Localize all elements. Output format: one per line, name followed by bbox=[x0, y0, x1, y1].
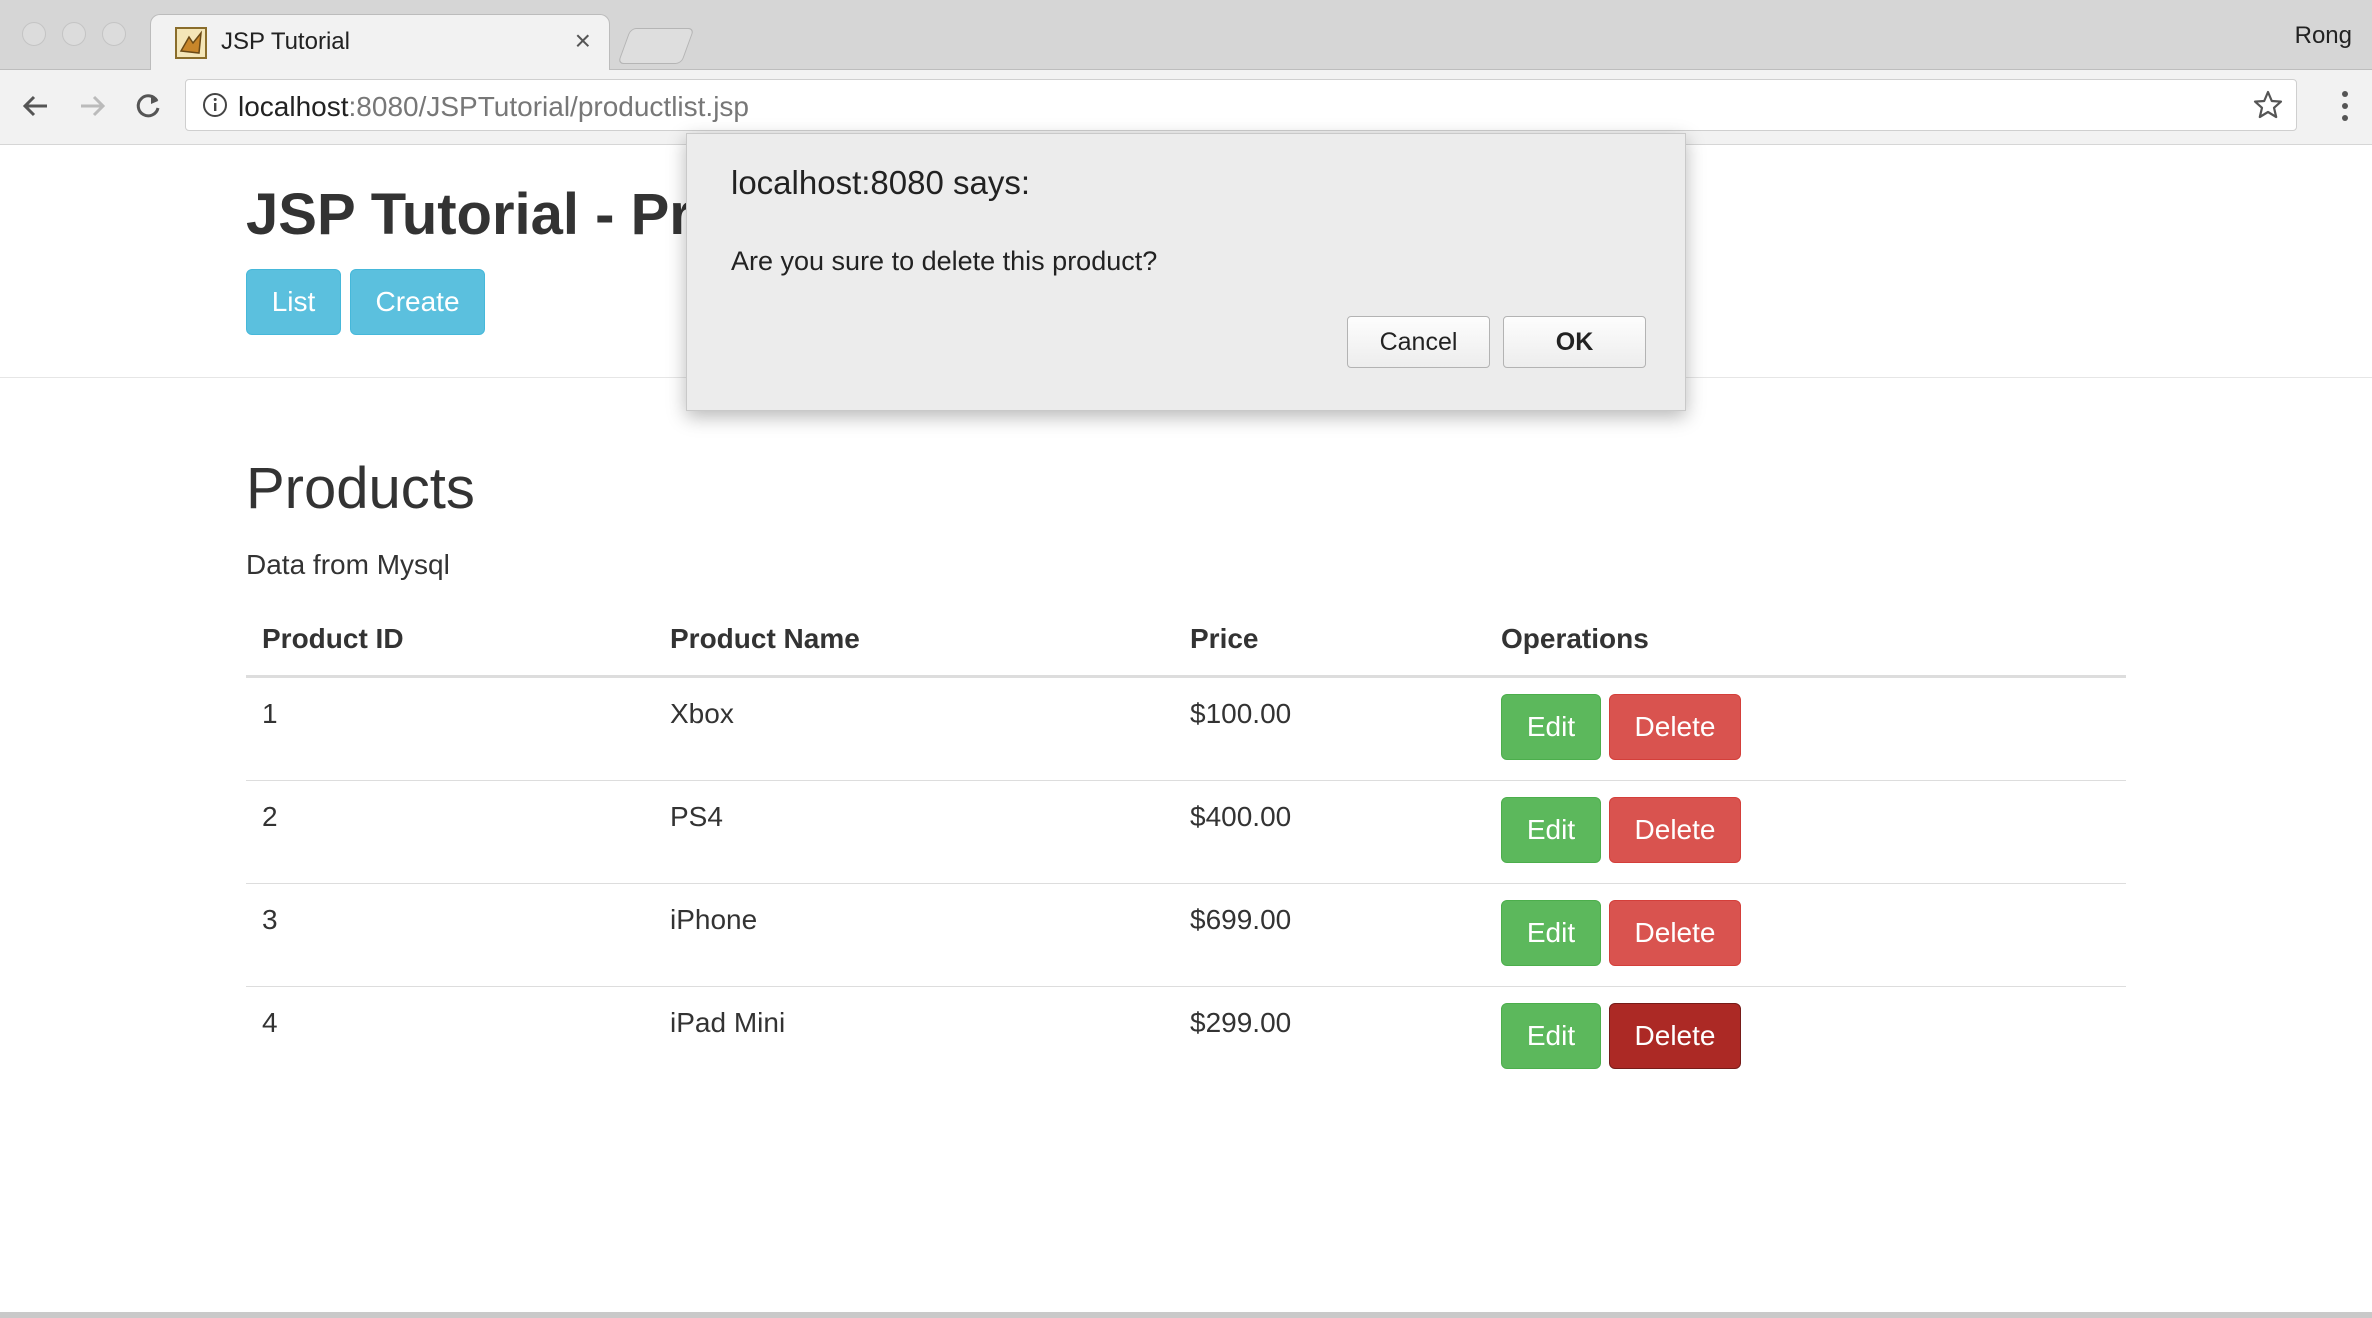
product-name: Xbox bbox=[654, 676, 1174, 781]
section-title: Products bbox=[246, 456, 475, 521]
product-id: 2 bbox=[246, 780, 654, 884]
back-button[interactable] bbox=[18, 88, 54, 124]
edit-button[interactable]: Edit bbox=[1501, 694, 1601, 760]
product-name: PS4 bbox=[654, 780, 1174, 884]
product-id: 1 bbox=[246, 676, 654, 781]
dialog-message: Are you sure to delete this product? bbox=[731, 246, 1158, 276]
table-row: 4 iPad Mini $299.00 Edit Delete bbox=[246, 987, 2126, 1090]
delete-button-active[interactable]: Delete bbox=[1609, 1003, 1741, 1069]
bookmark-star-icon[interactable] bbox=[2252, 89, 2284, 121]
url-host: localhost bbox=[238, 91, 349, 122]
edit-button[interactable]: Edit bbox=[1501, 797, 1601, 863]
delete-button[interactable]: Delete bbox=[1609, 694, 1741, 760]
back-icon bbox=[22, 95, 47, 117]
confirm-dialog: localhost:8080 says: Are you sure to del… bbox=[686, 133, 1686, 411]
address-bar[interactable]: localhost:8080/JSPTutorial/productlist.j… bbox=[185, 79, 2297, 131]
site-title: JSP Tutorial - Pr bbox=[246, 182, 692, 247]
edit-button[interactable]: Edit bbox=[1501, 1003, 1601, 1069]
forward-icon bbox=[81, 95, 106, 117]
table-row: 1 Xbox $100.00 Edit Delete bbox=[246, 676, 2126, 781]
product-name: iPad Mini bbox=[670, 1007, 786, 1038]
ok-button[interactable]: OK bbox=[1503, 316, 1646, 368]
close-icon[interactable]: × bbox=[575, 25, 591, 57]
table-header-row: Product ID Product Name Price Operations bbox=[246, 603, 2126, 678]
browser-tab-strip: JSP Tutorial × Rong bbox=[0, 0, 2372, 70]
products-table: Product ID Product Name Price Operations… bbox=[246, 603, 2126, 1089]
delete-button[interactable]: Delete bbox=[1609, 797, 1741, 863]
column-header-name: Product Name bbox=[654, 603, 1174, 678]
window-zoom-light[interactable] bbox=[102, 22, 126, 46]
delete-button[interactable]: Delete bbox=[1609, 900, 1741, 966]
url-text[interactable]: localhost:8080/JSPTutorial/productlist.j… bbox=[238, 91, 749, 123]
operations-cell: Edit Delete bbox=[1485, 987, 2126, 1090]
column-header-price: Price bbox=[1174, 603, 1485, 678]
window-minimize-light[interactable] bbox=[62, 22, 86, 46]
column-header-id: Product ID bbox=[246, 603, 654, 678]
edit-button[interactable]: Edit bbox=[1501, 900, 1601, 966]
product-price: $699.00 bbox=[1174, 883, 1485, 987]
reload-button[interactable] bbox=[130, 88, 166, 124]
product-price: $100.00 bbox=[1174, 676, 1485, 781]
menu-icon[interactable] bbox=[2340, 88, 2350, 124]
new-tab-button[interactable] bbox=[617, 28, 695, 64]
window-bottom-edge bbox=[0, 1312, 2372, 1318]
product-name: iPhone bbox=[654, 883, 1174, 987]
window-close-light[interactable] bbox=[22, 22, 46, 46]
product-id: 4 bbox=[262, 1007, 278, 1038]
create-button[interactable]: Create bbox=[350, 269, 485, 335]
reload-icon bbox=[136, 94, 160, 118]
dialog-title: localhost:8080 says: bbox=[731, 164, 1031, 201]
product-price: $299.00 bbox=[1190, 1007, 1292, 1038]
table-row: 3 iPhone $699.00 Edit Delete bbox=[246, 883, 2126, 987]
operations-cell: Edit Delete bbox=[1485, 676, 2126, 781]
section-subtitle: Data from Mysql bbox=[246, 549, 450, 580]
column-header-operations: Operations bbox=[1485, 603, 2126, 678]
cancel-button[interactable]: Cancel bbox=[1347, 316, 1490, 368]
table-row: 2 PS4 $400.00 Edit Delete bbox=[246, 780, 2126, 884]
favicon-icon bbox=[175, 27, 207, 59]
profile-name[interactable]: Rong bbox=[2295, 22, 2352, 50]
info-icon[interactable] bbox=[202, 92, 228, 118]
product-id: 3 bbox=[246, 883, 654, 987]
operations-cell: Edit Delete bbox=[1485, 780, 2126, 884]
list-button[interactable]: List bbox=[246, 269, 341, 335]
forward-button[interactable] bbox=[74, 88, 110, 124]
operations-cell: Edit Delete bbox=[1485, 883, 2126, 987]
browser-tab[interactable]: JSP Tutorial × bbox=[150, 14, 610, 70]
tab-title: JSP Tutorial bbox=[221, 28, 350, 55]
product-price: $400.00 bbox=[1174, 780, 1485, 884]
url-path: :8080/JSPTutorial/productlist.jsp bbox=[348, 91, 750, 122]
